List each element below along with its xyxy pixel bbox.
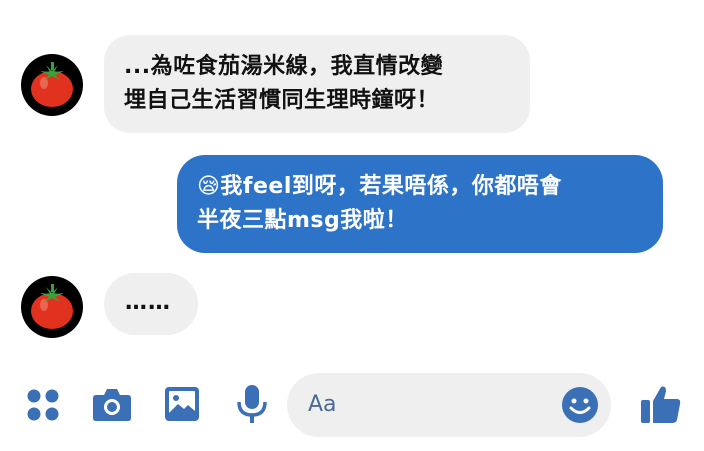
message-line: 埋自己生活習慣同生理時鐘呀！ <box>124 88 440 113</box>
emoji-icon[interactable] <box>561 386 599 424</box>
message-text: …… <box>125 290 171 315</box>
camera-icon[interactable] <box>92 386 132 422</box>
message-line: ...為咗食茄湯米線，我直情改變 <box>124 54 444 79</box>
incoming-message-bubble[interactable]: ...為咗食茄湯米線，我直情改變 埋自己生活習慣同生理時鐘呀！ <box>104 35 530 133</box>
incoming-message-bubble[interactable]: …… <box>104 273 198 335</box>
message-input-placeholder: Aa <box>308 392 337 417</box>
message-input[interactable]: Aa <box>287 373 611 437</box>
contact-avatar[interactable] <box>21 276 83 338</box>
outgoing-message-bubble[interactable]: 😪我feel到呀，若果唔係，你都唔會 半夜三點msg我啦！ <box>177 155 663 253</box>
tomato-icon <box>31 62 73 107</box>
contact-avatar[interactable] <box>21 54 83 116</box>
thumbs-up-icon[interactable] <box>640 383 682 425</box>
message-line: 半夜三點msg我啦！ <box>197 208 408 233</box>
message-line: 😪我feel到呀，若果唔係，你都唔會 <box>197 174 562 199</box>
microphone-icon[interactable] <box>236 384 268 424</box>
tomato-icon <box>31 284 73 329</box>
image-icon[interactable] <box>164 386 200 422</box>
apps-icon[interactable] <box>26 388 60 422</box>
